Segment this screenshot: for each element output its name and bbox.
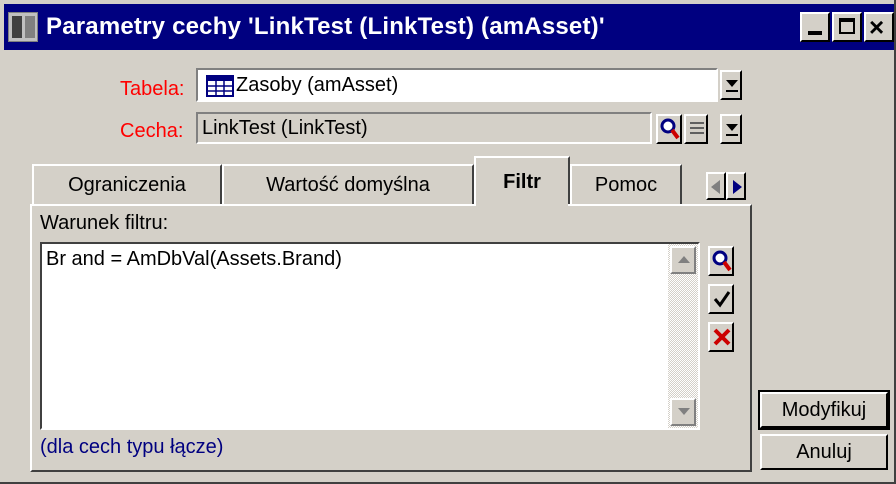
cancel-label: Anuluj xyxy=(796,441,852,463)
delete-x-icon xyxy=(713,328,731,346)
cecha-label: Cecha: xyxy=(120,120,184,142)
dropdown-arrow-icon xyxy=(726,124,738,131)
tabela-label: Tabela: xyxy=(120,78,185,100)
table-icon xyxy=(206,75,234,97)
tab-wartosc-domyslna[interactable]: Wartość domyślna xyxy=(222,164,474,204)
scroll-up-icon xyxy=(678,256,690,263)
tab-scroll-left-button[interactable] xyxy=(706,172,726,200)
dropdown-arrow-icon xyxy=(726,80,738,87)
title-bar[interactable]: Parametry cechy 'LinkTest (LinkTest) (am… xyxy=(4,4,894,50)
magnifier-icon xyxy=(712,250,732,272)
tabela-dropdown-button[interactable] xyxy=(720,70,742,100)
tab-filtr[interactable]: Filtr xyxy=(474,156,570,206)
filter-textarea[interactable]: Br and = AmDbVal(Assets.Brand) xyxy=(40,242,700,430)
filter-text: Br and = AmDbVal(Assets.Brand) xyxy=(46,248,342,270)
tab-scroll-left-icon xyxy=(711,180,720,194)
scroll-up-button[interactable] xyxy=(670,246,696,274)
tab-scroll-right-icon xyxy=(733,180,742,194)
tab-ograniczenia[interactable]: Ograniczenia xyxy=(32,164,222,204)
tab-pomoc[interactable]: Pomoc xyxy=(570,164,682,204)
minimize-button[interactable] xyxy=(800,12,830,42)
tab-scroll-right-button[interactable] xyxy=(726,172,746,200)
modify-label: Modyfikuj xyxy=(781,399,867,421)
scroll-down-button[interactable] xyxy=(670,398,696,426)
dialog-window: Parametry cechy 'LinkTest (LinkTest) (am… xyxy=(0,0,896,484)
app-icon[interactable] xyxy=(8,12,38,42)
cecha-list-button[interactable] xyxy=(684,114,708,144)
minimize-icon xyxy=(808,31,822,35)
cecha-search-button[interactable] xyxy=(656,114,682,144)
filter-label: Warunek filtru: xyxy=(40,212,169,234)
magnifier-icon xyxy=(660,118,680,140)
tab-label: Filtr xyxy=(503,171,541,193)
filter-validate-button[interactable] xyxy=(708,284,734,314)
active-tab-join xyxy=(476,200,568,208)
tab-label: Ograniczenia xyxy=(68,174,186,196)
tabela-select[interactable]: Zasoby (amAsset) xyxy=(196,68,718,102)
tabela-value: Zasoby (amAsset) xyxy=(236,74,399,96)
filter-clear-button[interactable] xyxy=(708,322,734,352)
cecha-field[interactable]: LinkTest (LinkTest) xyxy=(196,112,652,144)
window-title: Parametry cechy 'LinkTest (LinkTest) (am… xyxy=(46,13,605,40)
tab-label: Pomoc xyxy=(594,174,658,196)
scroll-down-icon xyxy=(678,408,690,415)
filter-hint: (dla cech typu łącze) xyxy=(40,436,224,458)
cecha-value: LinkTest (LinkTest) xyxy=(202,117,368,139)
close-icon: × xyxy=(869,12,885,42)
maximize-button[interactable] xyxy=(832,12,862,42)
close-button[interactable]: × xyxy=(864,12,894,42)
tab-label: Wartość domyślna xyxy=(266,174,430,196)
maximize-icon xyxy=(839,18,855,34)
filter-search-button[interactable] xyxy=(708,246,734,276)
checkmark-icon xyxy=(713,291,731,308)
filter-scrollbar[interactable] xyxy=(668,244,698,428)
list-icon xyxy=(690,122,704,134)
modify-button[interactable]: Modyfikuj xyxy=(758,390,890,430)
cancel-button[interactable]: Anuluj xyxy=(760,434,888,470)
cecha-dropdown-button[interactable] xyxy=(720,114,742,144)
